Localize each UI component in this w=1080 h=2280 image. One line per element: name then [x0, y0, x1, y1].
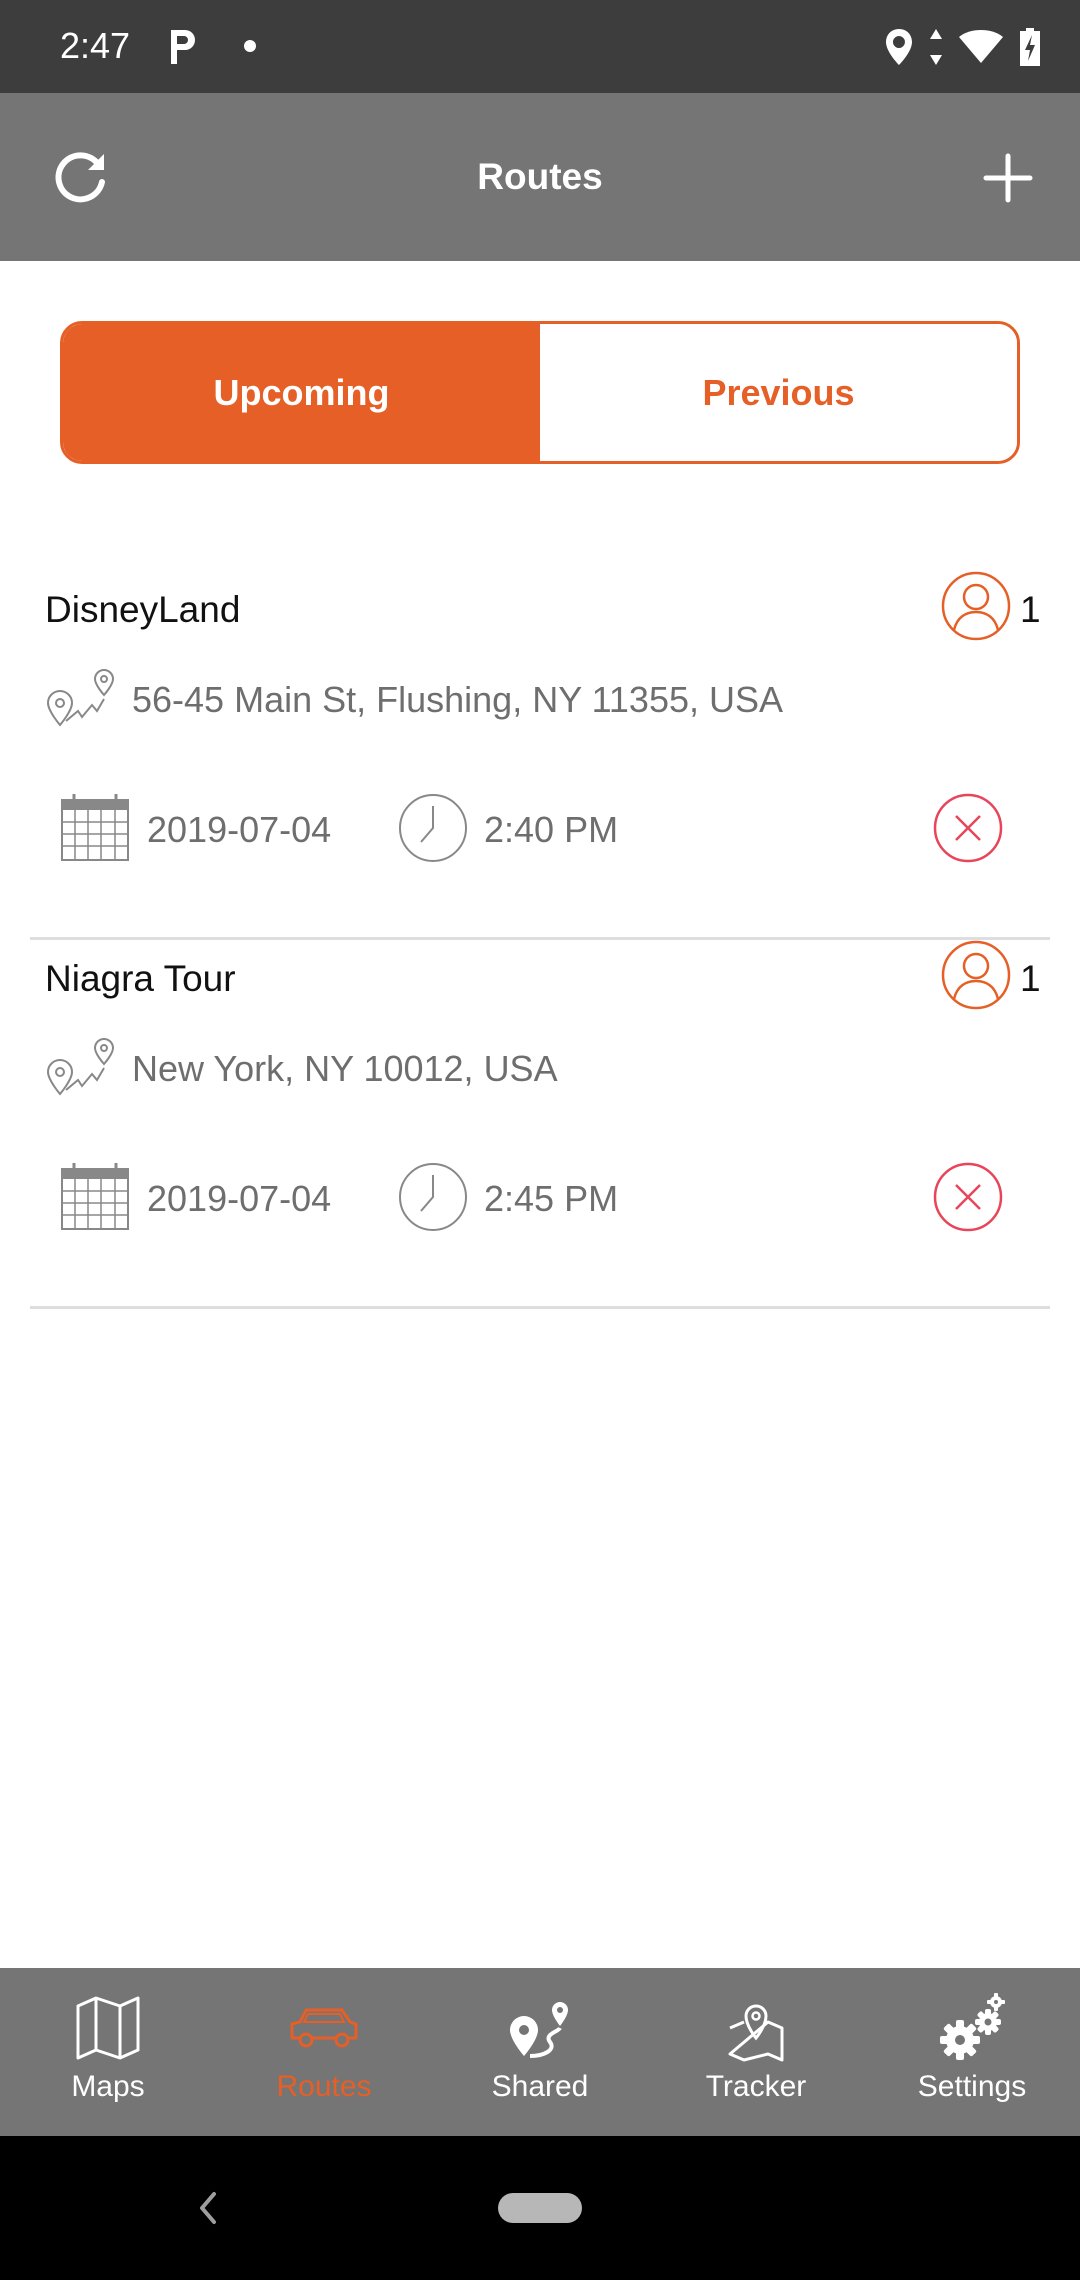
route-item[interactable]: DisneyLand 1 56-45 Main St, Flushing, NY… [30, 570, 1050, 940]
gears-icon [940, 1993, 1005, 2060]
status-time: 2:47 [60, 25, 131, 66]
person-icon [941, 940, 1011, 1010]
notification-dot-icon [244, 40, 256, 52]
wifi-icon [959, 30, 1003, 63]
calendar-icon [61, 794, 129, 861]
tab-previous[interactable]: Previous [540, 324, 1017, 461]
route-item[interactable]: Niagra Tour 1 New York, NY 10012, USA 20… [30, 939, 1050, 1309]
route-time: 2:45 PM [484, 1178, 619, 1219]
status-icons [884, 24, 1042, 70]
route-time: 2:40 PM [484, 809, 619, 850]
tracker-icon [728, 2004, 784, 2062]
route-pins-icon [46, 1038, 115, 1096]
members-badge[interactable]: 1 [940, 570, 1050, 650]
data-arrows-icon [930, 29, 942, 65]
nav-tab-maps[interactable]: Maps [0, 1968, 216, 2136]
nav-label: Maps [71, 2070, 145, 2103]
nav-label: Settings [917, 2070, 1027, 2103]
clock-icon [399, 1163, 467, 1231]
route-name: Niagra Tour [45, 958, 236, 999]
nav-label: Routes [276, 2070, 372, 2103]
home-pill[interactable] [498, 2193, 582, 2223]
shared-route-icon [510, 2002, 568, 2058]
route-address: New York, NY 10012, USA [132, 1048, 558, 1089]
nav-label: Shared [491, 2070, 589, 2103]
tab-upcoming[interactable]: Upcoming [63, 324, 540, 461]
nav-tab-tracker[interactable]: Tracker [648, 1968, 864, 2136]
app-bar: Routes [0, 93, 1080, 261]
members-badge[interactable]: 1 [940, 939, 1050, 1019]
nav-tab-routes[interactable]: Routes [216, 1968, 432, 2136]
person-icon [941, 571, 1011, 641]
calendar-icon [61, 1163, 129, 1230]
nav-tab-shared[interactable]: Shared [432, 1968, 648, 2136]
map-icon [76, 1996, 140, 2060]
clock-icon [399, 794, 467, 862]
system-navigation-bar [0, 2136, 1080, 2280]
nav-tab-settings[interactable]: Settings [864, 1968, 1080, 2136]
bottom-navigation: Maps Routes Shared Tracker Settings [0, 1968, 1080, 2136]
back-icon[interactable] [192, 2184, 222, 2232]
parking-icon [171, 30, 195, 64]
nav-label: Tracker [705, 2070, 807, 2103]
member-count: 1 [1020, 589, 1041, 630]
delete-icon[interactable] [932, 1161, 1004, 1233]
plus-icon[interactable] [978, 148, 1038, 208]
route-address: 56-45 Main St, Flushing, NY 11355, USA [132, 679, 784, 720]
route-date: 2019-07-04 [147, 809, 332, 850]
route-date: 2019-07-04 [147, 1178, 332, 1219]
battery-charging-icon [1020, 28, 1040, 66]
route-name: DisneyLand [45, 589, 241, 630]
status-bar: 2:47 [0, 0, 1080, 93]
delete-icon[interactable] [932, 792, 1004, 864]
route-pins-icon [46, 669, 115, 727]
location-icon [886, 29, 912, 65]
page-title: Routes [477, 156, 603, 197]
route-filter-segment: Upcoming Previous [60, 321, 1020, 464]
car-icon [290, 2008, 358, 2048]
member-count: 1 [1020, 958, 1041, 999]
